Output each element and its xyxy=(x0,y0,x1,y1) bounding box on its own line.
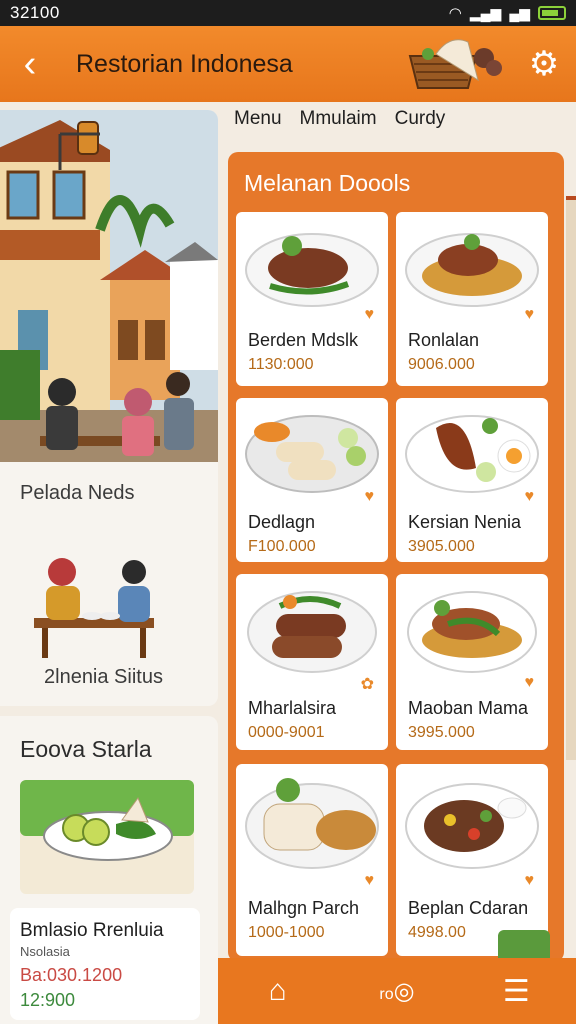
tab-bar: Menu Mmulaim Curdy xyxy=(234,108,445,130)
nav-menu[interactable]: ☰ xyxy=(486,974,546,1009)
tab-curdy[interactable]: Curdy xyxy=(395,108,446,130)
signal-icon-2: ▄▆ xyxy=(509,4,530,21)
menu-card[interactable]: Mharlalsira 0000-9001 ✿ xyxy=(236,574,388,750)
dish-price: 4998.00 xyxy=(408,924,466,941)
heart-icon[interactable]: ♥ xyxy=(365,306,375,324)
dish-price: 0000-9001 xyxy=(248,724,325,741)
gear-icon: ⚙ xyxy=(528,45,560,83)
dish-name: Berden Mdslk xyxy=(248,330,359,350)
menu-card[interactable]: Malhgn Parch 1000-1000 ♥ xyxy=(236,764,388,956)
dish-name: Kersian Nenia xyxy=(408,512,522,532)
special-dish-origin: Nsolasia xyxy=(20,944,70,959)
restaurant-scene-card[interactable]: Pelada Neds 2lnenia Siitus xyxy=(0,110,218,706)
leaf-icon[interactable]: ✿ xyxy=(361,674,374,694)
dish-price: 1130:000 xyxy=(248,356,314,373)
dish-name: Maoban Mama xyxy=(408,698,529,718)
heart-icon[interactable]: ♥ xyxy=(365,488,375,506)
heart-icon[interactable]: ♥ xyxy=(365,872,375,890)
hamburger-icon: ☰ xyxy=(502,974,530,1008)
dish-name: Dedlagn xyxy=(248,512,316,532)
heart-icon[interactable]: ♥ xyxy=(525,872,535,890)
menu-card[interactable]: Berden Mdslk 1130:000 ♥ xyxy=(236,212,388,386)
dish-price: 3995.000 xyxy=(408,724,475,741)
menu-panel: Melanan Doools Berden Mdslk 1130:000 ♥ R… xyxy=(228,152,564,962)
signal-icon: ▂▄▆ xyxy=(469,4,502,21)
dish-image xyxy=(245,778,379,869)
app-header: ‹ Restorian Indonesa ⚙ xyxy=(0,26,576,102)
special-price-secondary: 12:900 xyxy=(20,990,76,1010)
heart-icon[interactable]: ♥ xyxy=(525,488,535,506)
special-dish-name: Bmlasio Rrenluia xyxy=(20,920,164,941)
status-time: 32100 xyxy=(10,3,60,22)
home-icon: ⌂ xyxy=(268,974,287,1007)
tab-mmulaim[interactable]: Mmulaim xyxy=(300,108,377,130)
menu-card[interactable]: Ronlalan 9006.000 ♥ xyxy=(396,212,548,386)
back-button[interactable]: ‹ xyxy=(0,26,60,102)
chevron-left-icon: ‹ xyxy=(23,42,37,85)
heart-icon[interactable]: ♥ xyxy=(525,674,535,692)
wifi-icon: ◠ xyxy=(448,5,462,22)
settings-button[interactable]: ⚙ xyxy=(526,46,562,82)
dish-name: Ronlalan xyxy=(408,330,480,350)
location-icon: ◎ xyxy=(393,977,415,1005)
nav-home[interactable]: ⌂ xyxy=(248,974,308,1008)
page-title: Restorian Indonesa xyxy=(76,49,293,78)
dish-price: F100.000 xyxy=(248,538,316,555)
status-bar: 32100 ◠ ▂▄▆ ▄▆ xyxy=(0,0,576,26)
dish-image xyxy=(405,415,539,493)
tab-menu[interactable]: Menu xyxy=(234,108,282,130)
dish-price: 3905.000 xyxy=(408,538,475,555)
special-title: Eoova Starla xyxy=(20,736,152,762)
food-basket-icon xyxy=(408,39,502,89)
menu-card[interactable]: Dedlagn F100.000 ♥ xyxy=(236,398,388,562)
nav-middle-label: ro xyxy=(379,985,394,1003)
dish-image xyxy=(407,591,537,673)
side-strip xyxy=(566,200,576,760)
special-card[interactable]: Eoova Starla Bmlasio Rrenluia Nsolasia B… xyxy=(0,716,218,1024)
heart-icon[interactable]: ♥ xyxy=(525,306,535,324)
restaurant-street-illustration xyxy=(0,110,218,462)
battery-icon xyxy=(538,6,566,20)
situs-label: 2lnenia Siitus xyxy=(44,666,163,688)
special-dish-image xyxy=(20,780,194,894)
dish-name: Mharlalsira xyxy=(248,698,337,718)
dining-couple-illustration xyxy=(34,558,154,658)
menu-card[interactable]: Beplan Cdaran 4998.00 ♥ xyxy=(396,764,548,956)
special-price-primary: Ba:030.1200 xyxy=(20,965,123,985)
menu-card[interactable]: Kersian Nenia 3905.000 ♥ xyxy=(396,398,548,562)
bottom-nav: ⌂ ro◎ ☰ xyxy=(218,958,576,1024)
dish-image xyxy=(247,591,377,673)
chat-button[interactable] xyxy=(498,930,550,960)
dish-price: 9006.000 xyxy=(408,356,475,373)
menu-card[interactable]: Maoban Mama 3995.000 ♥ xyxy=(396,574,548,750)
dish-image xyxy=(405,783,539,869)
dish-name: Beplan Cdaran xyxy=(408,898,529,918)
panel-title: Melanan Doools xyxy=(244,170,411,196)
dish-image xyxy=(245,415,379,493)
scene-label: Pelada Neds xyxy=(20,482,135,504)
nav-middle[interactable]: ro◎ xyxy=(367,977,427,1006)
dish-name: Malhgn Parch xyxy=(248,898,360,918)
special-info: Bmlasio Rrenluia Nsolasia Ba:030.1200 12… xyxy=(10,908,200,1020)
dish-price: 1000-1000 xyxy=(248,924,325,941)
